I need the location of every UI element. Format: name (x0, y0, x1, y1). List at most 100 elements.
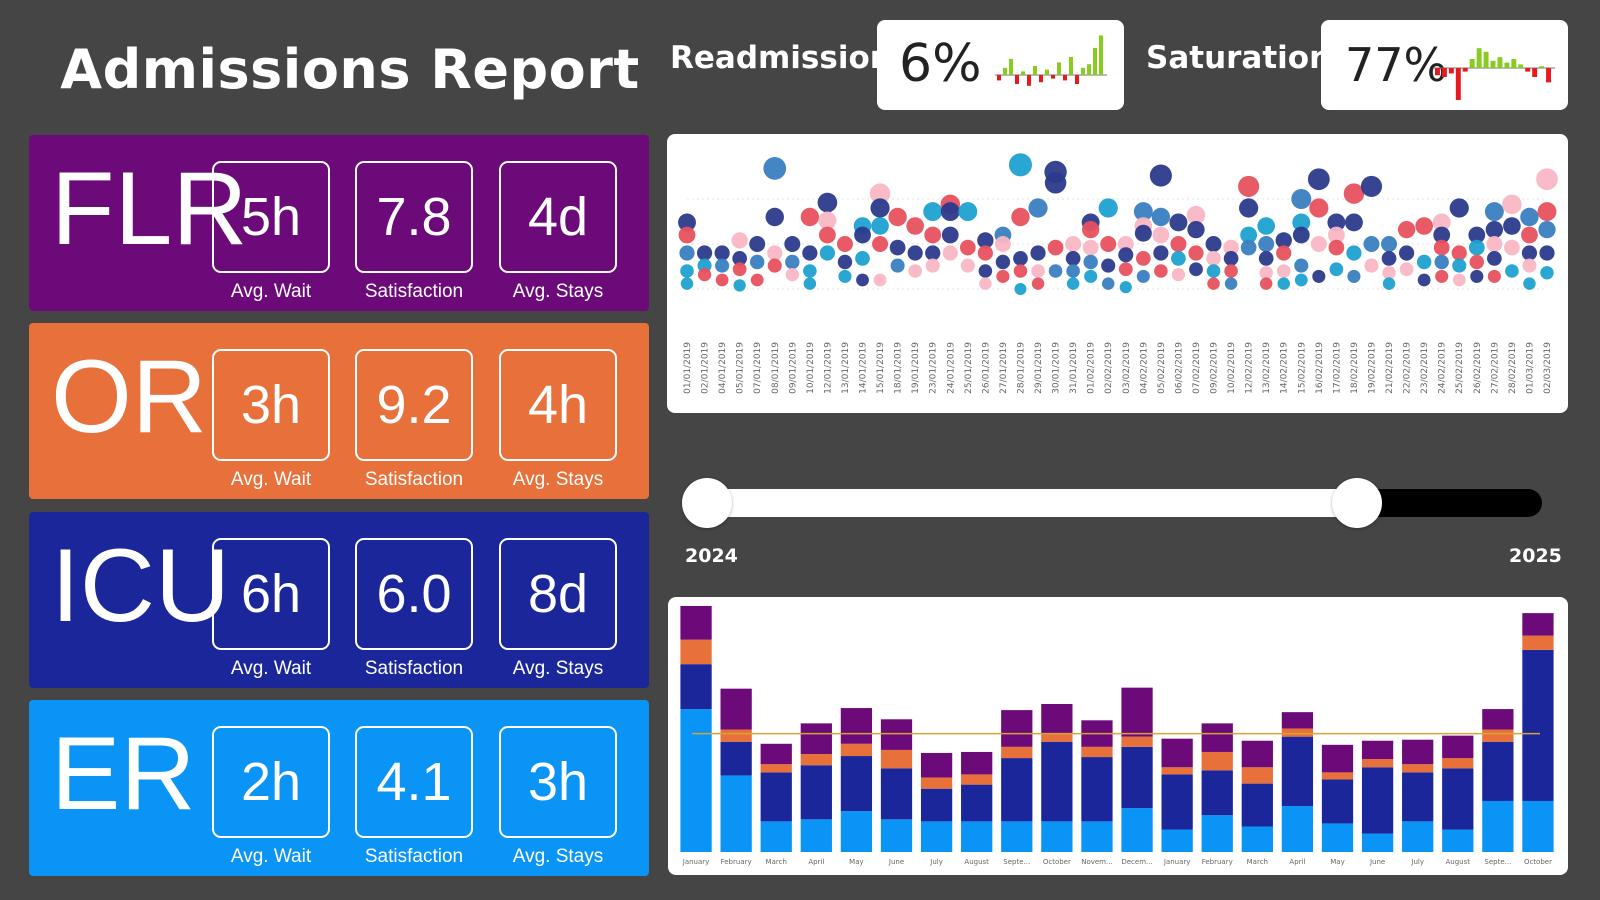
scatter-point[interactable] (1485, 220, 1503, 239)
bar-segment-flr[interactable] (800, 723, 832, 754)
scatter-point[interactable] (715, 273, 729, 287)
scatter-point[interactable] (1435, 269, 1449, 283)
bar-segment-or[interactable] (1482, 729, 1514, 742)
bar-segment-or[interactable] (1241, 767, 1273, 784)
scatter-point[interactable] (1207, 277, 1220, 290)
bar-segment-flr[interactable] (1201, 723, 1233, 752)
scatter-point[interactable] (1028, 198, 1048, 218)
scatter-point[interactable] (854, 226, 871, 244)
scatter-point[interactable] (1382, 277, 1396, 290)
scatter-point[interactable] (1118, 262, 1133, 277)
scatter-point[interactable] (1048, 264, 1063, 278)
bar-segment-or[interactable] (1121, 736, 1153, 747)
bar-segment-flr[interactable] (880, 719, 913, 750)
scatter-point[interactable] (784, 236, 801, 252)
scatter-point[interactable] (996, 269, 1010, 283)
scatter-point[interactable] (942, 245, 958, 261)
scatter-point[interactable] (767, 258, 782, 273)
scatter-point[interactable] (1098, 198, 1118, 218)
scatter-point[interactable] (837, 254, 853, 270)
scatter-point[interactable] (1397, 220, 1416, 239)
scatter-point[interactable] (925, 245, 941, 261)
scatter-point[interactable] (1170, 236, 1187, 252)
scatter-point[interactable] (1521, 226, 1538, 244)
bar-segment-or[interactable] (1281, 728, 1314, 737)
scatter-point[interactable] (924, 226, 942, 244)
scatter-point[interactable] (1152, 226, 1170, 244)
bar-segment-or[interactable] (1522, 635, 1554, 650)
bar-segment-or[interactable] (920, 777, 953, 789)
bar-segment-icu[interactable] (800, 765, 832, 820)
scatter-point[interactable] (1433, 239, 1450, 256)
scatter-point[interactable] (714, 245, 730, 261)
scatter-point[interactable] (1416, 254, 1432, 270)
bar-segment-icu[interactable] (961, 784, 993, 822)
bar-segment-flr[interactable] (1402, 739, 1434, 765)
scatter-point[interactable] (1101, 258, 1116, 273)
scatter-point[interactable] (959, 239, 976, 256)
bar-segment-flr[interactable] (1482, 709, 1514, 730)
bar-segment-icu[interactable] (1001, 758, 1033, 822)
bar-segment-flr[interactable] (920, 752, 953, 778)
scatter-point[interactable] (1346, 245, 1362, 261)
scatter-point[interactable] (994, 236, 1011, 252)
bar-segment-er[interactable] (1522, 800, 1554, 852)
bar-segment-flr[interactable] (760, 743, 792, 765)
scatter-point[interactable] (871, 217, 889, 235)
scatter-point[interactable] (1066, 277, 1080, 290)
dept-panel-or[interactable]: OR 3h Avg. Wait 9.2 Satisfaction 4h Avg. Stays (29, 323, 649, 499)
bar-segment-or[interactable] (760, 764, 792, 773)
scatter-point[interactable] (715, 258, 730, 273)
bar-segment-icu[interactable] (1442, 768, 1474, 830)
scatter-point[interactable] (763, 157, 787, 180)
scatter-point[interactable] (819, 226, 836, 244)
scatter-point[interactable] (1468, 239, 1485, 256)
scatter-point[interactable] (1449, 198, 1469, 218)
bar-segment-or[interactable] (800, 754, 832, 766)
scatter-point[interactable] (1153, 245, 1169, 261)
scatter-point[interactable] (1206, 264, 1221, 278)
scatter-point[interactable] (1044, 172, 1067, 194)
bar-segment-icu[interactable] (1081, 757, 1113, 822)
scatter-point[interactable] (1399, 262, 1414, 277)
bar-segment-flr[interactable] (961, 751, 993, 775)
scatter-point[interactable] (925, 258, 940, 273)
scatter-point[interactable] (1224, 264, 1238, 278)
scatter-point[interactable] (696, 245, 713, 261)
scatter-point[interactable] (1434, 254, 1449, 270)
scatter-point[interactable] (679, 245, 695, 261)
scatter-point[interactable] (1154, 264, 1168, 278)
scatter-point[interactable] (1031, 264, 1045, 278)
bar-segment-er[interactable] (1041, 821, 1073, 852)
scatter-point[interactable] (1452, 258, 1467, 273)
scatter-point[interactable] (838, 269, 852, 283)
scatter-point[interactable] (1187, 220, 1205, 239)
bar-segment-or[interactable] (1321, 772, 1354, 780)
scatter-point[interactable] (856, 273, 869, 287)
scatter-point[interactable] (1136, 269, 1150, 283)
scatter-point[interactable] (1398, 245, 1415, 261)
bar-segment-icu[interactable] (1041, 741, 1073, 822)
bar-segment-er[interactable] (680, 709, 712, 852)
scatter-point[interactable] (1169, 213, 1188, 232)
bar-segment-flr[interactable] (1041, 703, 1073, 734)
bar-segment-or[interactable] (1081, 746, 1113, 758)
scatter-point[interactable] (733, 279, 746, 292)
bar-segment-or[interactable] (1402, 764, 1434, 773)
scatter-point[interactable] (960, 258, 975, 273)
scatter-point[interactable] (1206, 251, 1221, 266)
scatter-point[interactable] (1065, 251, 1081, 266)
scatter-point[interactable] (1084, 269, 1098, 283)
bar-segment-or[interactable] (1041, 733, 1073, 742)
scatter-point[interactable] (1486, 251, 1502, 266)
bar-segment-icu[interactable] (1482, 741, 1514, 801)
bar-segment-icu[interactable] (1522, 649, 1554, 801)
scatter-point[interactable] (731, 232, 748, 249)
bar-segment-flr[interactable] (1121, 687, 1153, 737)
scatter-point[interactable] (1238, 175, 1260, 197)
scatter-point[interactable] (1118, 247, 1134, 263)
scatter-point[interactable] (1223, 251, 1239, 266)
scatter-point[interactable] (800, 207, 820, 227)
scatter-point[interactable] (1470, 269, 1484, 283)
bar-segment-or[interactable] (1361, 759, 1394, 768)
